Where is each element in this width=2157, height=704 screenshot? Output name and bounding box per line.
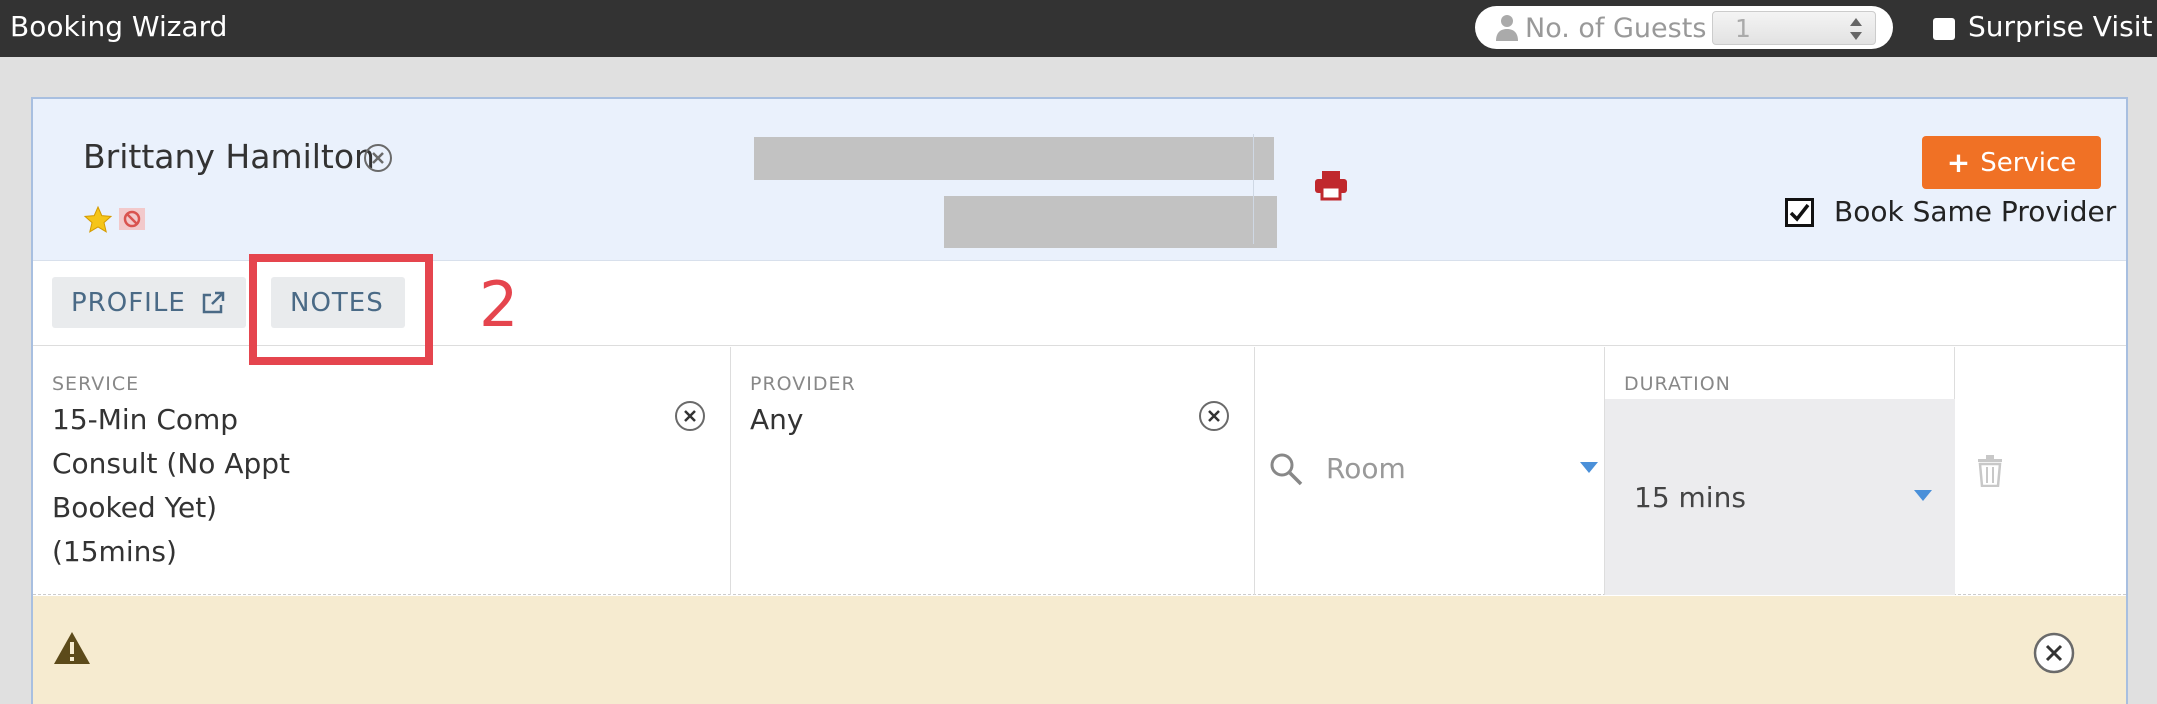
surprise-visit-checkbox[interactable] [1933, 18, 1955, 40]
tab-profile-label: PROFILE [71, 287, 186, 318]
remove-client-icon[interactable] [363, 143, 393, 173]
guests-value: 1 [1735, 14, 1751, 43]
user-icon [1496, 15, 1518, 41]
provider-cell[interactable]: PROVIDER Any [731, 347, 1255, 595]
service-name-line: 15-Min Comp [52, 403, 239, 436]
tab-profile[interactable]: PROFILE [52, 277, 246, 328]
annotation-number: 2 [479, 268, 519, 341]
service-name-line: Booked Yet) [52, 491, 218, 524]
client-name: Brittany Hamilton [83, 137, 375, 176]
remove-provider-icon[interactable] [1198, 400, 1230, 432]
caret-down-icon[interactable] [1580, 462, 1598, 473]
room-placeholder: Room [1326, 452, 1406, 485]
caret-down-icon[interactable] [1914, 490, 1932, 501]
close-warning-icon[interactable] [2033, 632, 2075, 674]
printer-icon[interactable] [1313, 169, 1349, 201]
client-header: Brittany Hamilton + Service Book Same Pr… [33, 99, 2126, 261]
service-row: SERVICE 15-Min Comp Consult (No Appt Boo… [33, 347, 2126, 595]
book-same-provider-label: Book Same Provider [1834, 195, 2117, 228]
check-icon [1789, 203, 1810, 222]
add-service-button[interactable]: + Service [1922, 136, 2101, 189]
service-cell[interactable]: SERVICE 15-Min Comp Consult (No Appt Boo… [33, 347, 731, 595]
redacted-field [944, 196, 1277, 248]
top-bar: Booking Wizard No. of Guests 1 Surprise … [0, 0, 2157, 57]
guests-control: No. of Guests 1 [1475, 6, 1893, 49]
warning-icon [54, 632, 90, 664]
search-icon [1270, 453, 1303, 486]
add-service-label: Service [1980, 147, 2077, 178]
book-same-provider-checkbox[interactable] [1785, 198, 1814, 227]
provider-value: Any [750, 403, 804, 436]
star-icon [83, 205, 113, 233]
warning-bar [33, 596, 2126, 704]
room-cell[interactable]: Room [1255, 347, 1605, 595]
provider-field-label: PROVIDER [750, 373, 856, 395]
delete-cell [1955, 347, 2126, 595]
service-name-line: Consult (No Appt [52, 447, 290, 480]
no-entry-icon [119, 208, 145, 230]
duration-select[interactable]: 15 mins [1605, 399, 1955, 595]
guests-stepper[interactable]: 1 [1712, 11, 1876, 45]
external-link-icon [202, 291, 224, 313]
duration-value: 15 mins [1634, 481, 1746, 514]
service-field-label: SERVICE [52, 373, 140, 395]
trash-icon[interactable] [1977, 455, 2003, 487]
app-title: Booking Wizard [10, 10, 228, 43]
guests-label: No. of Guests [1525, 13, 1707, 44]
duration-field-label: DURATION [1624, 373, 1731, 395]
tabs-row: PROFILE NOTES 2 [33, 254, 2126, 365]
booking-card: Brittany Hamilton + Service Book Same Pr… [31, 97, 2128, 704]
stepper-arrows-icon[interactable] [1849, 15, 1863, 43]
plus-icon: + [1946, 146, 1971, 179]
duration-cell[interactable]: DURATION 15 mins [1605, 347, 1955, 595]
service-name-line: (15mins) [52, 535, 177, 568]
redacted-field [754, 137, 1274, 180]
header-divider [1253, 134, 1254, 244]
remove-service-icon[interactable] [674, 400, 706, 432]
surprise-visit-label: Surprise Visit [1968, 10, 2153, 43]
